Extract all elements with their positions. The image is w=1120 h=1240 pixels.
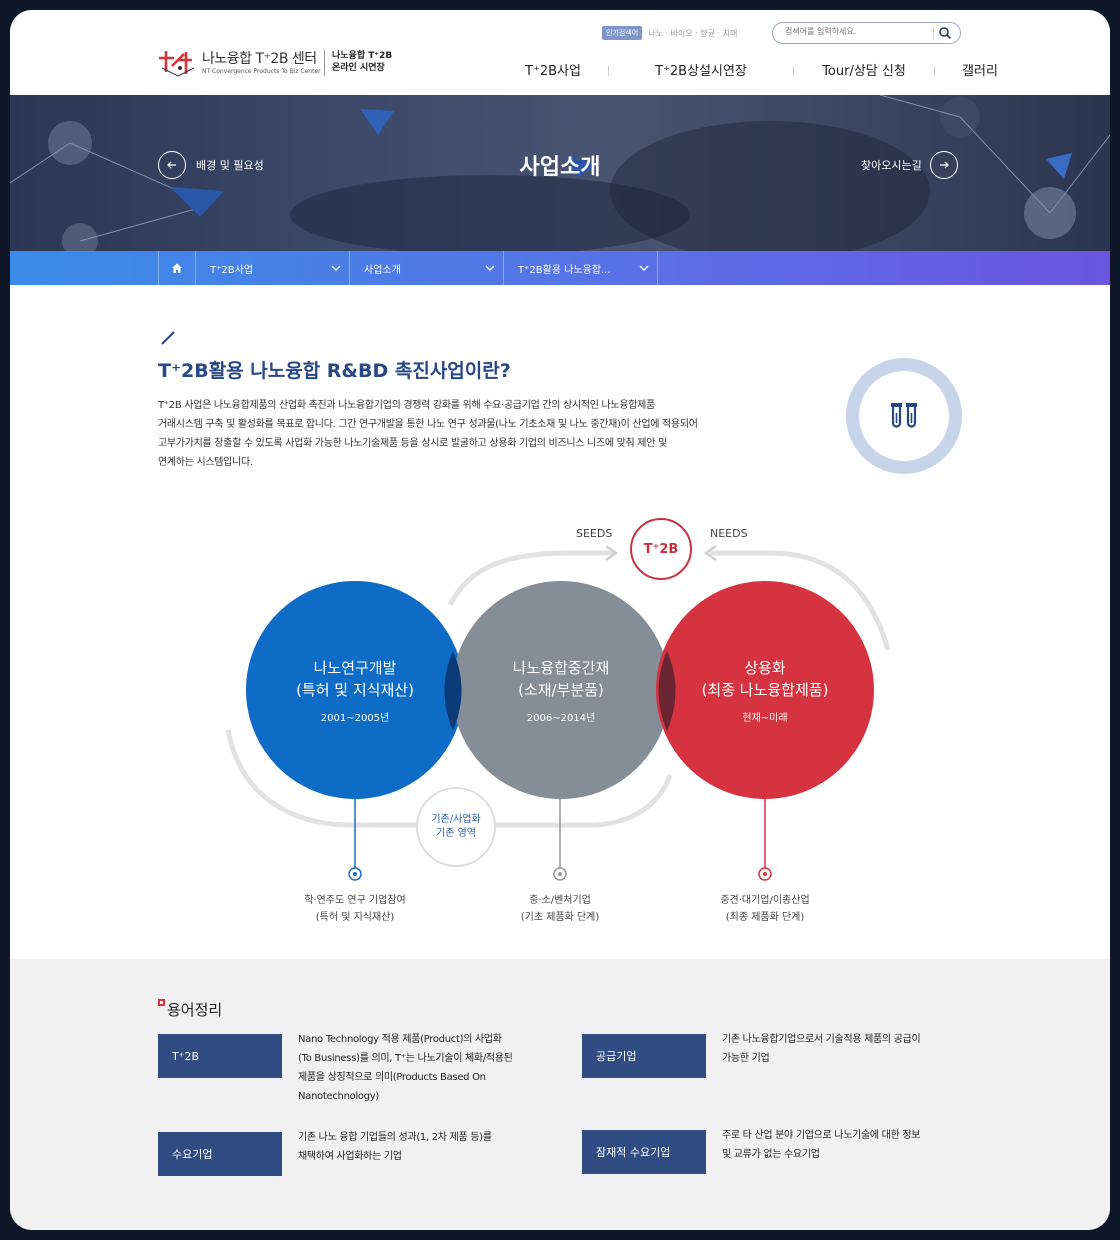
test-tube-icon [891,403,917,428]
desc-line: (To Business)를 의미, T⁺는 나노기술이 체화/적용된 [298,1053,513,1064]
term-supplier: 공급기업 [582,1034,706,1078]
existing-line1: 기존/사업화 [431,814,481,825]
seeds-label: SEEDS [576,527,613,540]
desc-line: 기존 나노 융합 기업들의 성과(1, 2차 제품 등)를 [298,1132,492,1143]
glossary-heading: 용어정리 [158,999,222,1020]
breadcrumb-level1[interactable]: T⁺2B사업 [196,251,350,285]
existing-line2: 기존 영역 [436,828,476,839]
search-divider [933,27,934,39]
logo-right-line2: 온라인 시연장 [332,63,385,73]
desc-line: 및 교류가 없는 수요기업 [722,1149,820,1160]
bottom-line1: 학·연주도 연구 기업참여 [304,895,406,906]
term-demand-desc: 기존 나노 융합 기업들의 성과(1, 2차 제품 등)를 채택하여 사업화하는… [298,1128,492,1166]
term-demand: 수요기업 [158,1132,282,1176]
site-logo[interactable]: 나노융합 T⁺2B 센터 NT Convergence Products To … [156,46,406,82]
home-icon [172,263,182,273]
chevron-down-icon [485,265,495,271]
circle-title-line2: (소재/부분품) [518,680,604,699]
bottom-label-enterprise: 중견·대기업/이종산업 (최종 제품화 단계) [665,892,865,926]
desc-line: 기존 나노융합기업으로서 기술적용 제품의 공급이 [722,1034,921,1045]
nav-gallery[interactable]: 갤러리 [935,60,1025,79]
chevron-down-icon [639,265,649,271]
bottom-line2: (최종 제품화 단계) [725,912,805,923]
term-supplier-desc: 기존 나노융합기업으로서 기술적용 제품의 공급이 가능한 기업 [722,1030,921,1068]
bottom-label-sme: 중·소/벤처기업 (기초 제품화 단계) [460,892,660,926]
desc-line: 가능한 기업 [722,1053,770,1064]
chevron-down-icon [331,265,341,271]
term-potential-demand: 잠재적 수요기업 [582,1130,706,1174]
popular-badge: 인기검색어 [602,26,643,40]
intro-line: 연계하는 시스템입니다. [158,457,253,468]
breadcrumb-level2[interactable]: 사업소개 [350,251,504,285]
hero-banner: 배경 및 필요성 사업소개 찾아오시는길 [10,95,1110,251]
section-slash-icon [161,331,175,345]
logo-mark-icon [159,51,195,77]
bottom-line2: (기초 제품화 단계) [520,912,600,923]
intro-line: T⁺2B 사업은 나노융합제품의 산업화 촉진과 나노융합기업의 경쟁력 강화를… [158,400,655,411]
desc-line: Nano Technology 적용 제품(Product)의 사업화 [298,1034,502,1045]
business-diagram: SEEDS NEEDS T⁺2B 나노연구개발 (특허 및 지식재산) 2001… [10,505,1110,935]
circle-period: 2001~2005년 [320,712,390,724]
breadcrumb-level3[interactable]: T⁺2B활용 나노융합... [504,251,658,285]
circle-title-line2: (특허 및 지식재산) [296,680,414,699]
t2b-badge: T⁺2B [630,518,692,580]
term-potential-demand-desc: 주로 타 산업 분야 기업으로 나노기술에 대한 정보 및 교류가 없는 수요기… [722,1126,920,1164]
site-header: 나노융합 T⁺2B 센터 NT Convergence Products To … [10,10,1110,95]
circle-title-line1: 나노융합중간재 [512,658,610,677]
hero-next-label: 찾아오시는길 [861,159,922,172]
bottom-line1: 중견·대기업/이종산업 [720,895,810,906]
circle-title-line1: 나노연구개발 [313,658,397,677]
circle-commercialization: 상용화 (최종 나노융합제품) 현재~미래 [656,581,874,799]
bottom-line2: (특허 및 지식재산) [315,912,395,923]
popular-words[interactable]: 나노 · 바이오 · 향균 · 치매 [648,28,737,39]
intro-paragraph: T⁺2B 사업은 나노융합제품의 산업화 촉진과 나노융합기업의 경쟁력 강화를… [158,396,788,472]
logo-online-label: 나노융합 T⁺2B 온라인 시연장 [332,50,392,74]
existing-area-badge: 기존/사업화 기존 영역 [416,787,496,867]
logo-title: 나노융합 T⁺2B 센터 [202,51,317,67]
home-button[interactable] [158,251,196,285]
nav-showroom[interactable]: T⁺2B상설시연장 [609,60,793,79]
page-frame: 나노융합 T⁺2B 센터 NT Convergence Products To … [10,10,1110,1230]
desc-line: 주로 타 산업 분야 기업으로 나노기술에 대한 정보 [722,1130,921,1141]
logo-subtitle: NT Convergence Products To Biz Center [202,68,321,75]
nav-tour[interactable]: Tour/상담 신청 [794,60,934,79]
intro-line: 고부가가치를 창출할 수 있도록 사업화 가능한 나노기술제품 등을 상시로 발… [158,438,667,449]
breadcrumb: T⁺2B사업 사업소개 T⁺2B활용 나노융합... [10,251,1110,285]
glossary-title: 용어정리 [167,1001,223,1019]
test-tube-badge [846,358,962,474]
circle-title-line2: (최종 나노융합제품) [701,680,829,699]
circle-period: 2006~2014년 [526,712,596,724]
circle-intermediate: 나노융합중간재 (소재/부분품) 2006~2014년 [452,581,670,799]
hero-next-link[interactable]: 찾아오시는길 [861,151,958,179]
term-t2b-desc: Nano Technology 적용 제품(Product)의 사업화 (To … [298,1030,513,1106]
nav-t2b-business[interactable]: T⁺2B사업 [498,60,608,79]
logo-divider [324,50,325,76]
desc-line: Nanotechnology) [298,1091,379,1102]
intro-line: 거래시스템 구축 및 활성화를 목표로 합니다. 그간 연구개발을 통한 나노 … [158,419,698,430]
desc-line: 제품을 상징적으로 의미(Products Based On [298,1072,486,1083]
heading-marker-icon [158,999,165,1006]
intro-heading: T⁺2B활용 나노융합 R&BD 촉진사업이란? [158,360,511,382]
circle-period: 현재~미래 [742,712,788,724]
needs-label: NEEDS [710,527,748,540]
term-t2b: T⁺2B [158,1034,282,1078]
glossary-section: 용어정리 T⁺2B Nano Technology 적용 제품(Product)… [10,959,1110,1230]
bottom-label-rnd: 학·연주도 연구 기업참여 (특허 및 지식재산) [255,892,455,926]
breadcrumb-level3-label: T⁺2B활용 나노융합... [518,264,611,276]
arrow-right-icon [929,151,958,179]
desc-line: 채택하여 사업화하는 기업 [298,1151,402,1162]
circle-nano-rnd: 나노연구개발 (특허 및 지식재산) 2001~2005년 [246,581,464,799]
search-icon[interactable] [938,26,952,40]
circle-title-line1: 상용화 [744,658,786,677]
main-nav: T⁺2B사업 T⁺2B상설시연장 Tour/상담 신청 갤러리 [498,60,1025,79]
search-input[interactable] [785,27,925,36]
breadcrumb-level2-label: 사업소개 [364,264,401,276]
search-box [772,22,961,44]
logo-right-line1: 나노융합 T⁺2B [332,51,393,61]
bottom-line1: 중·소/벤처기업 [529,895,591,906]
popular-keywords: 인기검색어 나노 · 바이오 · 향균 · 치매 [602,26,737,40]
breadcrumb-level1-label: T⁺2B사업 [210,264,254,276]
